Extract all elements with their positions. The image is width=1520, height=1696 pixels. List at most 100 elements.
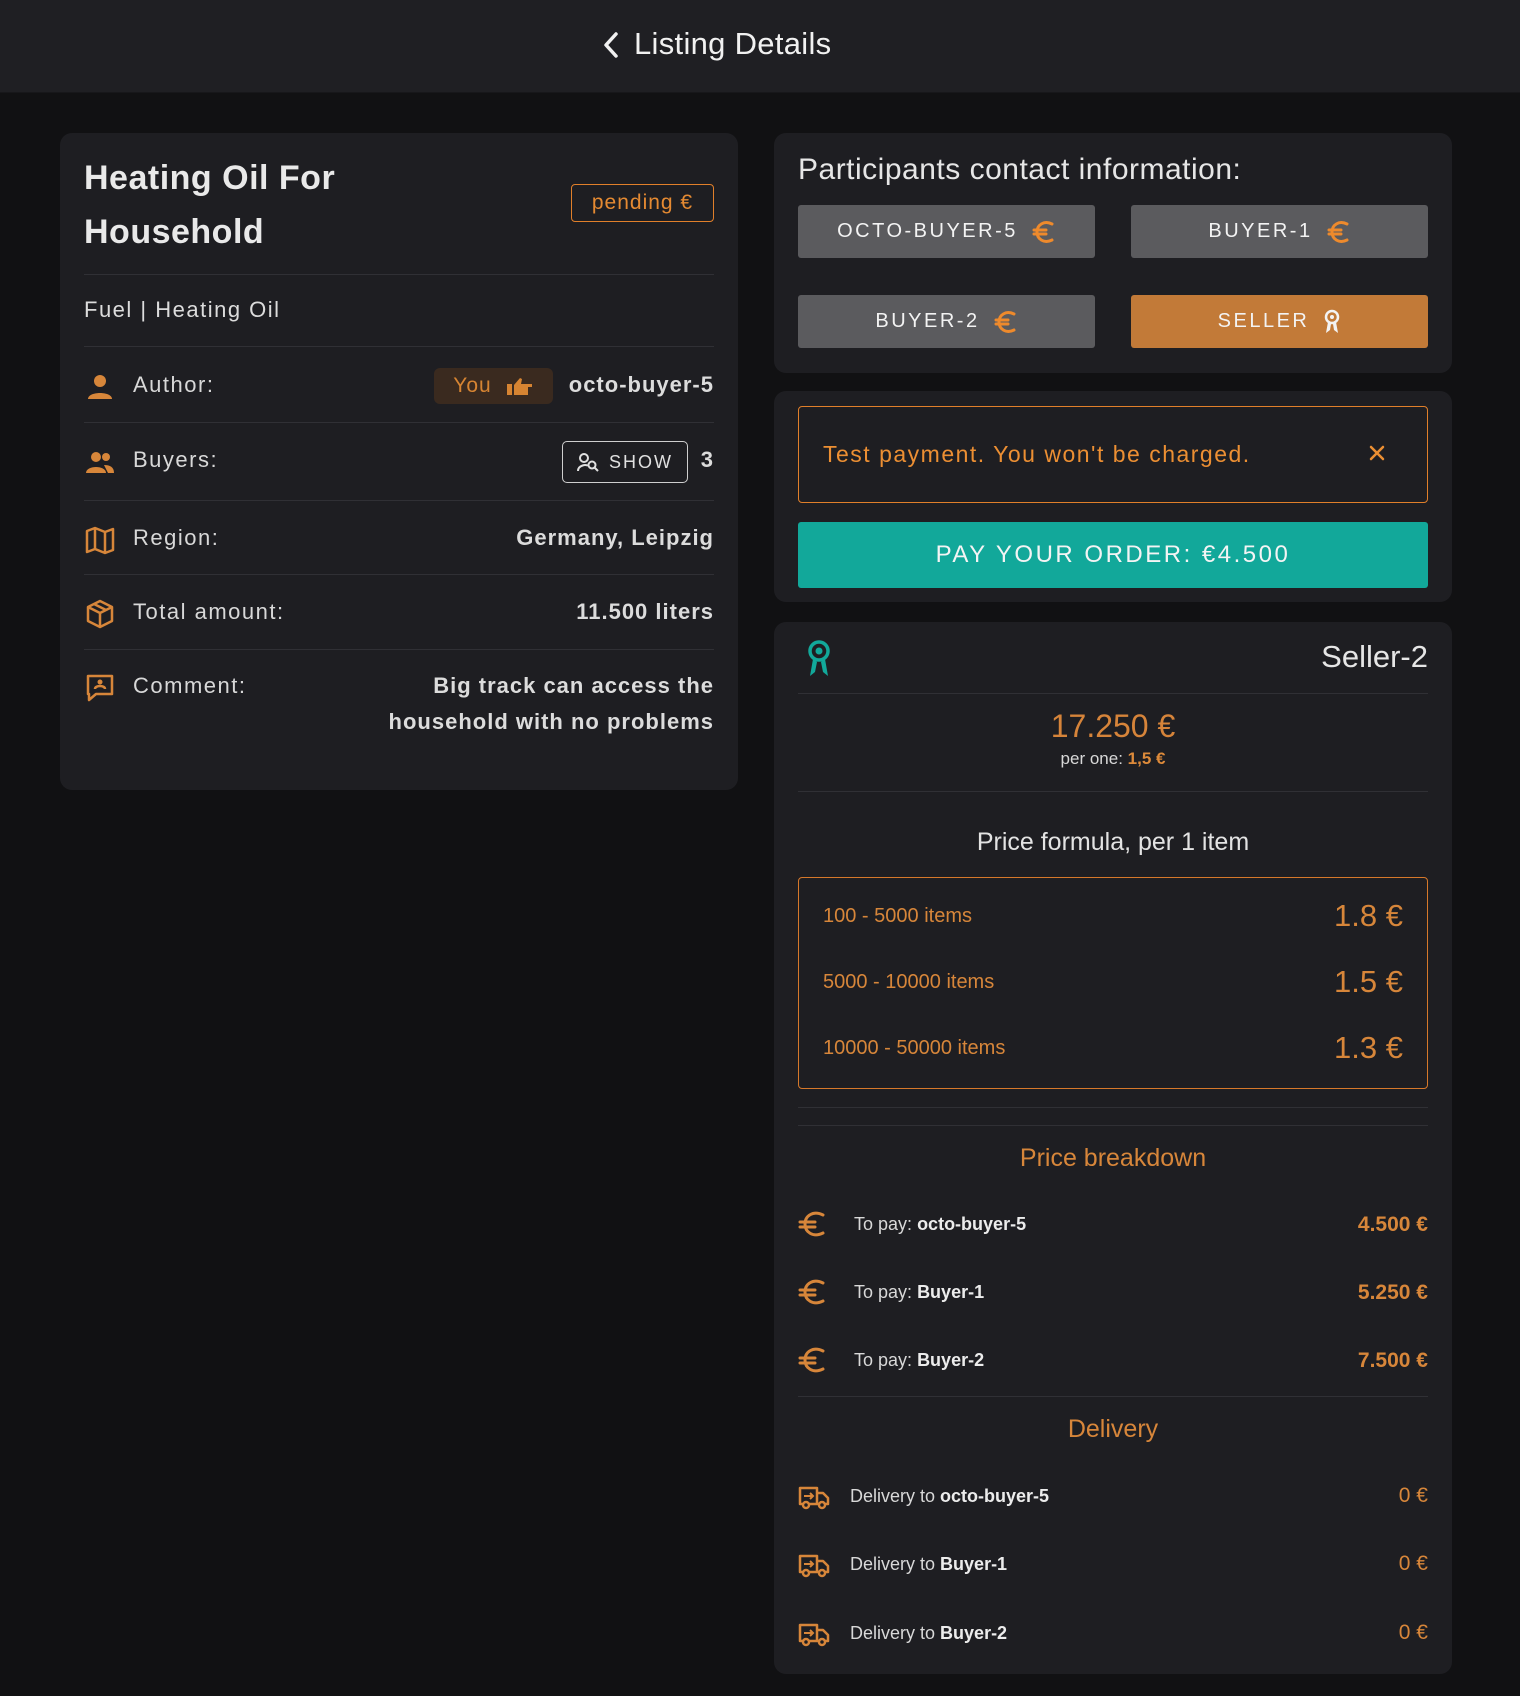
breakdown-line: To pay: octo-buyer-5 [854, 1214, 1026, 1235]
participant-octo-buyer-5-button[interactable]: OCTO-BUYER-5 [798, 205, 1095, 258]
breakdown-line: To pay: Buyer-1 [854, 1282, 984, 1303]
listing-category: Fuel | Heating Oil [84, 297, 281, 322]
formula-range: 100 - 5000 items [823, 905, 972, 927]
participants-card: Participants contact information: OCTO-B… [774, 133, 1452, 373]
person-search-icon [577, 453, 599, 472]
breakdown-prefix: To pay: [854, 1350, 913, 1370]
breakdown-name: Buyer-1 [917, 1282, 985, 1302]
comment-icon [86, 674, 114, 702]
person-icon [88, 375, 112, 399]
divider [798, 693, 1428, 694]
formula-range: 5000 - 10000 items [823, 971, 995, 993]
per-one-value: 1,5 € [1127, 749, 1166, 768]
test-payment-alert: Test payment. You won't be charged. [798, 406, 1428, 503]
pay-order-button[interactable]: PAY YOUR ORDER: €4.500 [798, 522, 1428, 588]
comment-label: Comment: [133, 673, 247, 698]
euro-icon [1032, 220, 1054, 243]
per-one-label: per one: [1060, 749, 1123, 768]
participant-label: BUYER-2 [875, 310, 980, 332]
buyers-count: 3 [700, 447, 714, 472]
seller-total-price: 17.250 € [1050, 708, 1176, 744]
price-formula-title: Price formula, per 1 item [976, 828, 1250, 856]
delivery-name: Buyer-1 [940, 1554, 1008, 1574]
breakdown-name: Buyer-2 [917, 1350, 985, 1370]
divider [84, 346, 714, 347]
breakdown-amount: 7.500 € [1357, 1349, 1428, 1372]
divider [84, 574, 714, 575]
you-chip: You [434, 368, 553, 404]
euro-icon [1327, 220, 1349, 243]
delivery-amount: 0 € [1398, 1484, 1428, 1507]
back-button[interactable] [596, 28, 626, 62]
participant-buyer-2-button[interactable]: BUYER-2 [798, 295, 1095, 348]
euro-icon [994, 310, 1016, 333]
total-amount-value: 11.500 liters [576, 599, 714, 624]
truck-icon [798, 1486, 830, 1510]
divider [798, 791, 1428, 792]
group-icon [86, 452, 114, 473]
delivery-name: Buyer-2 [940, 1623, 1008, 1643]
divider [84, 649, 714, 650]
breakdown-prefix: To pay: [854, 1282, 913, 1302]
breakdown-amount: 4.500 € [1357, 1213, 1428, 1236]
delivery-line: Delivery to octo-buyer-5 [850, 1486, 1049, 1507]
delivery-prefix: Delivery to [850, 1486, 936, 1506]
formula-price: 1.8 € [1334, 898, 1403, 933]
formula-price: 1.5 € [1334, 964, 1403, 999]
breakdown-amount: 5.250 € [1357, 1281, 1428, 1304]
euro-icon [798, 1347, 825, 1373]
delivery-title: Delivery [1067, 1415, 1159, 1443]
author-label: Author: [133, 372, 215, 397]
delivery-amount: 0 € [1398, 1552, 1428, 1575]
delivery-line: Delivery to Buyer-1 [850, 1554, 1007, 1575]
you-chip-label: You [453, 374, 492, 397]
delivery-prefix: Delivery to [850, 1623, 936, 1643]
participant-label: SELLER [1217, 310, 1310, 332]
price-formula-table: 100 - 5000 items 1.8 € 5000 - 10000 item… [798, 877, 1428, 1089]
divider [84, 500, 714, 501]
author-value: octo-buyer-5 [568, 372, 714, 397]
participant-buyer-1-button[interactable]: BUYER-1 [1131, 205, 1428, 258]
formula-price: 1.3 € [1334, 1030, 1403, 1065]
euro-icon [798, 1279, 825, 1305]
status-badge: pending € [571, 184, 714, 222]
thumb-icon [506, 378, 532, 395]
buyers-label: Buyers: [133, 447, 219, 472]
top-bar: Listing Details [0, 0, 1520, 93]
show-buyers-button[interactable]: SHOW [562, 441, 688, 483]
participants-title: Participants contact information: [798, 153, 1242, 186]
close-icon[interactable] [1365, 441, 1389, 465]
divider [84, 422, 714, 423]
participant-label: OCTO-BUYER-5 [837, 220, 1018, 242]
page-title: Listing Details [634, 26, 832, 61]
participant-label: BUYER-1 [1208, 220, 1313, 242]
participant-seller-button[interactable]: SELLER [1131, 295, 1428, 348]
breakdown-line: To pay: Buyer-2 [854, 1350, 984, 1371]
package-icon [86, 599, 114, 629]
region-label: Region: [133, 525, 220, 550]
seller-name: Seller-2 [1321, 639, 1428, 674]
listing-card: Heating Oil For Household pending € Fuel… [60, 133, 738, 790]
truck-icon [798, 1623, 830, 1647]
payment-card: Test payment. You won't be charged. PAY … [774, 391, 1452, 602]
euro-icon [798, 1211, 825, 1237]
price-breakdown-title: Price breakdown [1019, 1144, 1207, 1172]
divider [84, 274, 714, 275]
formula-range: 10000 - 50000 items [823, 1037, 1006, 1059]
breakdown-prefix: To pay: [854, 1214, 913, 1234]
award-icon [1325, 309, 1340, 333]
comment-value: Big track can access the household with … [388, 673, 714, 734]
delivery-line: Delivery to Buyer-2 [850, 1623, 1007, 1644]
chevron-left-icon [604, 32, 618, 58]
seller-offer-card: Seller-2 17.250 € per one: 1,5 € Price f… [774, 622, 1452, 1674]
divider [798, 1107, 1428, 1108]
region-value: Germany, Leipzig [516, 525, 714, 550]
per-one-price: per one: 1,5 € [798, 749, 1428, 769]
breakdown-name: octo-buyer-5 [917, 1214, 1027, 1234]
delivery-amount: 0 € [1398, 1621, 1428, 1644]
delivery-name: octo-buyer-5 [940, 1486, 1050, 1506]
total-amount-label: Total amount: [133, 599, 285, 624]
listing-title: Heating Oil For Household [84, 159, 336, 251]
show-buyers-label: SHOW [609, 451, 673, 472]
alert-text: Test payment. You won't be charged. [823, 441, 1251, 467]
